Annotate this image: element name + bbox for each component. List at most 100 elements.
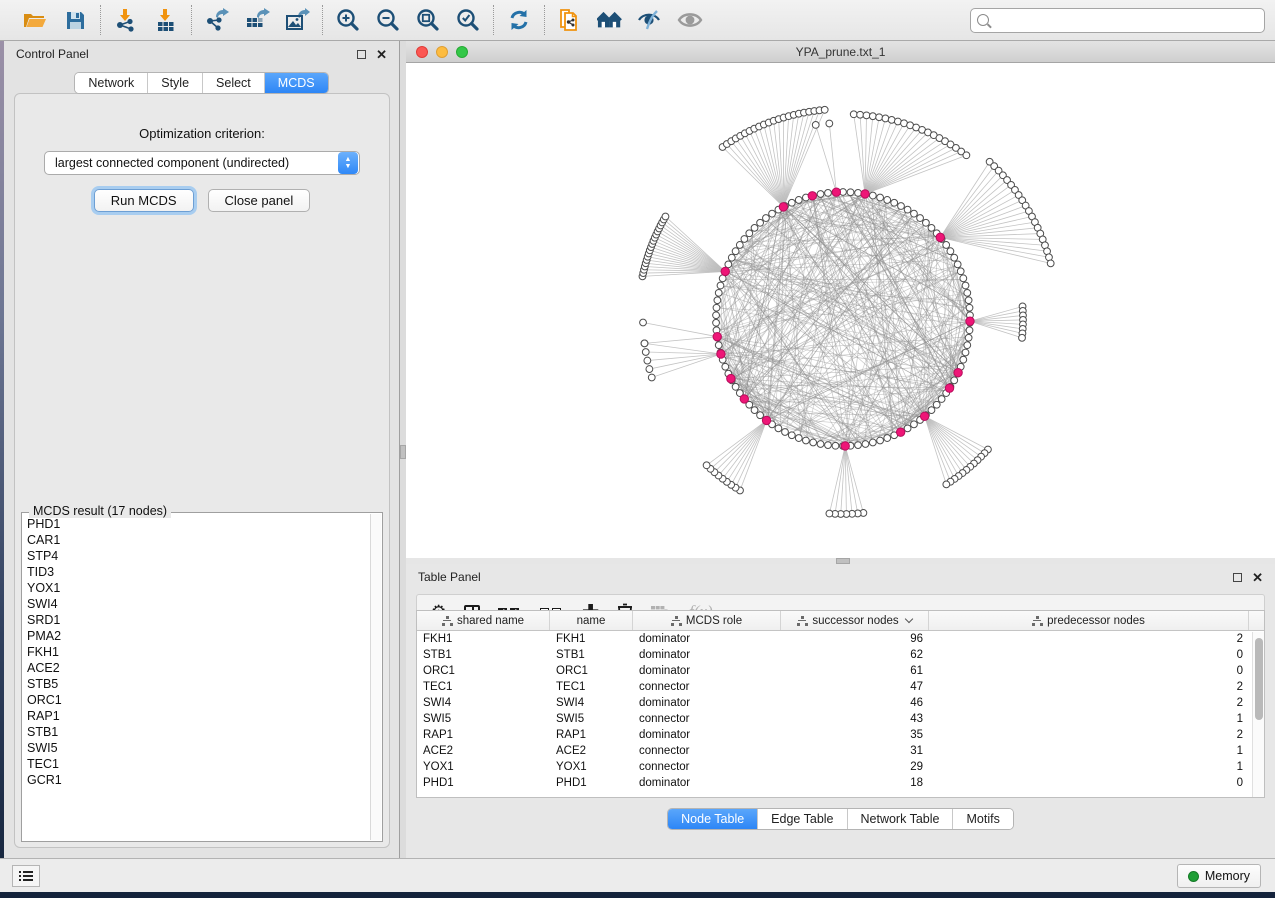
mcds-result-item[interactable]: STB5 (27, 676, 366, 692)
mcds-result-item[interactable]: RAP1 (27, 708, 366, 724)
table-row[interactable]: FKH1FKH1dominator962 (417, 631, 1264, 647)
float-panel-icon[interactable] (357, 50, 366, 59)
zoom-fit-icon[interactable] (415, 7, 441, 33)
satellite-node[interactable] (821, 106, 828, 113)
ring-node[interactable] (728, 254, 735, 261)
run-mcds-button[interactable]: Run MCDS (94, 189, 194, 212)
table-cell[interactable]: connector (633, 711, 781, 727)
ring-node[interactable] (898, 203, 905, 210)
ring-node[interactable] (960, 275, 967, 282)
ring-node[interactable] (715, 289, 722, 296)
satellite-node[interactable] (642, 349, 649, 356)
column-header-shared-name[interactable]: shared name (417, 611, 550, 630)
ring-node[interactable] (788, 432, 795, 439)
ring-node[interactable] (943, 242, 950, 249)
memory-button[interactable]: Memory (1177, 864, 1261, 888)
ring-node[interactable] (965, 297, 972, 304)
ring-node[interactable] (962, 349, 969, 356)
mcds-result-item[interactable]: TEC1 (27, 756, 366, 772)
ring-node[interactable] (960, 356, 967, 363)
ring-node[interactable] (847, 189, 854, 196)
ring-node[interactable] (810, 439, 817, 446)
mcds-result-item[interactable]: PHD1 (27, 516, 366, 532)
ring-node[interactable] (788, 199, 795, 206)
show-hidden-icon[interactable] (677, 7, 703, 33)
satellite-node[interactable] (644, 357, 651, 364)
zoom-selected-icon[interactable] (455, 7, 481, 33)
import-table-icon[interactable] (153, 7, 179, 33)
mcds-result-item[interactable]: STP4 (27, 548, 366, 564)
network-canvas[interactable] (406, 63, 1275, 557)
satellite-node[interactable] (646, 366, 653, 373)
table-cell[interactable]: 2 (929, 679, 1249, 695)
ring-node[interactable] (741, 236, 748, 243)
table-cell[interactable]: connector (633, 759, 781, 775)
tab-node-table[interactable]: Node Table (668, 809, 758, 829)
ring-node[interactable] (855, 189, 862, 196)
ring-node[interactable] (962, 282, 969, 289)
ring-node[interactable] (938, 396, 945, 403)
satellite-node[interactable] (648, 374, 655, 381)
table-cell[interactable]: dominator (633, 647, 781, 663)
table-cell[interactable]: SWI5 (550, 711, 633, 727)
table-cell[interactable]: 47 (781, 679, 929, 695)
tab-style[interactable]: Style (148, 73, 203, 93)
mcds-node[interactable] (966, 317, 974, 325)
satellite-node[interactable] (640, 319, 647, 326)
ring-node[interactable] (713, 312, 720, 319)
mcds-result-item[interactable]: GCR1 (27, 772, 366, 788)
column-header-MCDS-role[interactable]: MCDS role (633, 611, 781, 630)
ring-node[interactable] (713, 304, 720, 311)
ring-node[interactable] (933, 401, 940, 408)
table-cell[interactable]: dominator (633, 631, 781, 647)
table-cell[interactable]: STB1 (550, 647, 633, 663)
ring-node[interactable] (904, 425, 911, 432)
refresh-icon[interactable] (506, 7, 532, 33)
table-row[interactable]: ORC1ORC1dominator610 (417, 663, 1264, 679)
satellite-node[interactable] (857, 111, 864, 118)
ring-node[interactable] (746, 230, 753, 237)
save-session-icon[interactable] (62, 7, 88, 33)
ring-node[interactable] (884, 435, 891, 442)
satellite-node[interactable] (641, 340, 648, 347)
satellite-node[interactable] (882, 115, 889, 122)
table-cell[interactable]: FKH1 (550, 631, 633, 647)
close-panel-button[interactable]: Close panel (208, 189, 311, 212)
ring-node[interactable] (964, 342, 971, 349)
mcds-node[interactable] (762, 416, 770, 424)
ring-node[interactable] (928, 224, 935, 231)
ring-node[interactable] (782, 429, 789, 436)
table-cell[interactable]: STB1 (417, 647, 550, 663)
ring-node[interactable] (862, 441, 869, 448)
satellite-node[interactable] (1047, 260, 1054, 267)
mcds-result-list[interactable]: PHD1CAR1STP4TID3YOX1SWI4SRD1PMA2FKH1ACE2… (23, 514, 370, 840)
zoom-out-icon[interactable] (375, 7, 401, 33)
ring-node[interactable] (795, 435, 802, 442)
ring-node[interactable] (911, 210, 918, 217)
satellite-node[interactable] (826, 510, 833, 517)
tab-motifs[interactable]: Motifs (953, 809, 1012, 829)
mcds-node[interactable] (896, 428, 904, 436)
mcds-node[interactable] (954, 368, 962, 376)
mcds-node[interactable] (779, 203, 787, 211)
table-cell[interactable]: 96 (781, 631, 929, 647)
table-cell[interactable]: SWI4 (417, 695, 550, 711)
export-network-icon[interactable] (204, 7, 230, 33)
table-cell[interactable]: ORC1 (550, 663, 633, 679)
satellite-node[interactable] (876, 114, 883, 121)
table-cell[interactable]: 61 (781, 663, 929, 679)
task-history-button[interactable] (12, 865, 40, 887)
ring-node[interactable] (928, 407, 935, 414)
ring-node[interactable] (713, 319, 720, 326)
table-cell[interactable]: 2 (929, 727, 1249, 743)
zoom-in-icon[interactable] (335, 7, 361, 33)
ring-node[interactable] (736, 242, 743, 249)
table-cell[interactable]: YOX1 (550, 759, 633, 775)
table-row[interactable]: PHD1PHD1dominator180 (417, 775, 1264, 791)
ring-node[interactable] (763, 215, 770, 222)
table-cell[interactable]: TEC1 (417, 679, 550, 695)
mcds-node[interactable] (721, 267, 729, 275)
ring-node[interactable] (825, 189, 832, 196)
ring-node[interactable] (951, 377, 958, 384)
tab-mcds[interactable]: MCDS (265, 73, 328, 93)
